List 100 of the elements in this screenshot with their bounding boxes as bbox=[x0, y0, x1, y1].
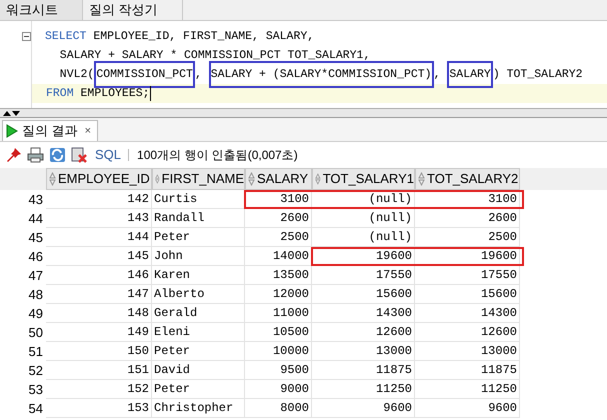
printer-icon[interactable] bbox=[27, 147, 44, 163]
table-cell: 145 bbox=[46, 247, 152, 266]
table-cell: Curtis bbox=[152, 190, 245, 209]
sql-text: NVL2( bbox=[58, 66, 94, 83]
table-cell: 147 bbox=[46, 285, 152, 304]
row-number: 44 bbox=[28, 210, 44, 228]
table-cell: (null) bbox=[312, 190, 415, 209]
table-cell: (null) bbox=[312, 209, 415, 228]
table-cell: 11250 bbox=[415, 380, 520, 399]
worksheet-tab[interactable]: 워크시트 bbox=[0, 0, 83, 20]
table-cell: 2600 bbox=[245, 209, 312, 228]
sql-text: EMPLOYEE_ID, FIRST_NAME, SALARY, bbox=[92, 28, 314, 45]
table-cell: 3100 bbox=[245, 190, 312, 209]
table-cell: 9500 bbox=[245, 361, 312, 380]
row-number: 43 bbox=[28, 191, 44, 209]
sort-icon bbox=[418, 172, 425, 186]
table-cell: 19600 bbox=[312, 247, 415, 266]
table-cell: 13000 bbox=[312, 342, 415, 361]
table-cell: 149 bbox=[46, 323, 152, 342]
table-cell: Randall bbox=[152, 209, 245, 228]
sql-text: ) TOT_SALARY2 bbox=[492, 66, 583, 83]
table-cell: 8000 bbox=[245, 399, 312, 418]
splitter-arrows-icon[interactable] bbox=[3, 110, 20, 116]
table-cell: Gerald bbox=[152, 304, 245, 323]
status-text: 100개의 행이 인출됨(0,007초) bbox=[137, 147, 298, 164]
table-cell: 10500 bbox=[245, 323, 312, 342]
table-cell: 15600 bbox=[312, 285, 415, 304]
table-cell: 11875 bbox=[312, 361, 415, 380]
refresh-icon[interactable] bbox=[49, 147, 66, 163]
table-cell: (null) bbox=[312, 228, 415, 247]
table-cell: Eleni bbox=[152, 323, 245, 342]
table-cell: 15600 bbox=[415, 285, 520, 304]
sql-keyword: FROM bbox=[46, 86, 74, 102]
table-cell: 142 bbox=[46, 190, 152, 209]
sql-keyword: SELECT bbox=[45, 28, 86, 45]
row-number: 53 bbox=[28, 381, 44, 399]
table-cell: 14300 bbox=[312, 304, 415, 323]
table-cell: 19600 bbox=[415, 247, 520, 266]
sql-text: , bbox=[434, 66, 442, 83]
table-cell: 17550 bbox=[415, 266, 520, 285]
sort-icon bbox=[155, 172, 160, 186]
table-cell: 12000 bbox=[245, 285, 312, 304]
column-header[interactable]: TOT_SALARY2 bbox=[415, 168, 520, 190]
sort-icon bbox=[248, 172, 255, 186]
table-cell: John bbox=[152, 247, 245, 266]
table-cell: 10000 bbox=[245, 342, 312, 361]
sql-button[interactable]: SQL bbox=[93, 145, 124, 165]
table-cell: Peter bbox=[152, 228, 245, 247]
table-cell: 14300 bbox=[415, 304, 520, 323]
row-number: 48 bbox=[28, 286, 44, 304]
table-cell: 12600 bbox=[312, 323, 415, 342]
highlighted-expression: SALARY + (SALARY*COMMISSION_PCT) bbox=[210, 62, 432, 86]
table-cell: 146 bbox=[46, 266, 152, 285]
table-cell: 9000 bbox=[245, 380, 312, 399]
column-header[interactable]: SALARY bbox=[245, 168, 312, 190]
play-icon bbox=[6, 124, 18, 138]
table-cell: 150 bbox=[46, 342, 152, 361]
table-cell: Karen bbox=[152, 266, 245, 285]
highlighted-expression: SALARY bbox=[449, 62, 491, 86]
tab-label: 질의 결과 bbox=[22, 122, 78, 140]
sort-icon bbox=[49, 172, 56, 186]
table-cell: 143 bbox=[46, 209, 152, 228]
table-cell: 152 bbox=[46, 380, 152, 399]
table-cell: 13500 bbox=[245, 266, 312, 285]
row-number: 51 bbox=[28, 343, 44, 361]
table-cell: Peter bbox=[152, 342, 245, 361]
table-cell: Christopher bbox=[152, 399, 245, 418]
query-result-tab[interactable]: 질의 결과 × bbox=[2, 120, 98, 141]
table-cell: 2500 bbox=[245, 228, 312, 247]
table-cell: 13000 bbox=[415, 342, 520, 361]
table-cell: 11250 bbox=[312, 380, 415, 399]
row-number: 50 bbox=[28, 324, 44, 342]
table-cell: 2500 bbox=[415, 228, 520, 247]
table-cell: 2600 bbox=[415, 209, 520, 228]
delete-icon[interactable] bbox=[71, 147, 88, 163]
row-number: 46 bbox=[28, 248, 44, 266]
table-cell: 11875 bbox=[415, 361, 520, 380]
table-cell: 9600 bbox=[312, 399, 415, 418]
sort-icon bbox=[315, 172, 321, 186]
row-number: 54 bbox=[28, 400, 44, 418]
column-header[interactable]: EMPLOYEE_ID bbox=[46, 168, 152, 190]
table-cell: 9600 bbox=[415, 399, 520, 418]
collapse-icon[interactable] bbox=[22, 32, 31, 41]
sql-text: SALARY + SALARY * COMMISSION_PCT TOT_SALARY1, bbox=[58, 48, 370, 64]
column-header[interactable]: FIRST_NAME bbox=[152, 168, 245, 190]
table-cell: 151 bbox=[46, 361, 152, 380]
table-cell: 3100 bbox=[415, 190, 520, 209]
table-cell: Alberto bbox=[152, 285, 245, 304]
close-button[interactable]: × bbox=[82, 122, 94, 140]
table-cell: 17550 bbox=[312, 266, 415, 285]
sql-text: EMPLOYEES; bbox=[80, 86, 150, 102]
table-cell: David bbox=[152, 361, 245, 380]
text-cursor bbox=[150, 86, 152, 101]
row-number: 49 bbox=[28, 305, 44, 323]
column-header[interactable]: TOT_SALARY1 bbox=[312, 168, 415, 190]
table-cell: 148 bbox=[46, 304, 152, 323]
highlighted-expression: COMMISSION_PCT bbox=[96, 62, 193, 86]
pin-icon[interactable] bbox=[6, 147, 22, 163]
row-number: 47 bbox=[28, 267, 44, 285]
sql-text: , bbox=[194, 66, 203, 83]
